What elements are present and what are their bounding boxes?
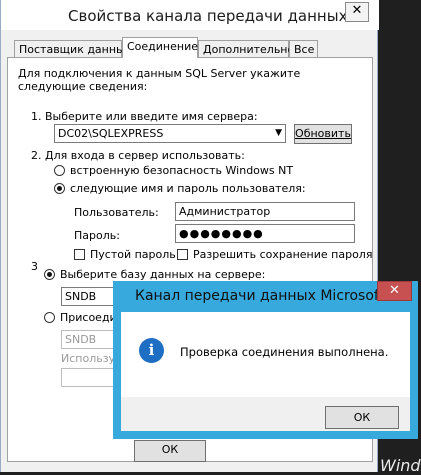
window-title: Свойства канала передачи данных bbox=[68, 7, 348, 25]
info-icon: i bbox=[139, 338, 164, 363]
dialog-title: Канал передачи данных Microsoft bbox=[135, 288, 385, 304]
step3-label: 3 bbox=[31, 260, 38, 273]
tab-connection[interactable]: Соединение bbox=[122, 37, 198, 58]
choose-db-label: Выберите базу данных на сервере: bbox=[60, 268, 266, 281]
tab-advanced[interactable]: Дополнительно bbox=[198, 40, 294, 57]
step1-label: 1. Выберите или введите имя сервера: bbox=[31, 110, 258, 123]
step2-label: 2. Для входа в сервер использовать: bbox=[31, 149, 245, 162]
tab-all[interactable]: Все bbox=[289, 40, 318, 57]
radio-sql-auth[interactable] bbox=[54, 183, 65, 194]
server-value: DC02\SQLEXPRESS bbox=[58, 127, 164, 140]
radio-attach-db[interactable] bbox=[44, 312, 55, 323]
chevron-down-icon[interactable]: ▼ bbox=[275, 125, 282, 142]
windows-auth-label: встроенную безопасность Windows NT bbox=[70, 164, 294, 177]
server-combobox[interactable]: DC02\SQLEXPRESS ▼ bbox=[54, 124, 286, 143]
empty-password-label: Пустой пароль bbox=[90, 248, 176, 261]
radio-windows-auth[interactable] bbox=[54, 165, 65, 176]
user-input[interactable]: Администратор bbox=[175, 202, 355, 221]
radio-choose-db[interactable] bbox=[44, 269, 55, 280]
user-label: Пользователь: bbox=[74, 206, 159, 219]
tab-provider[interactable]: Поставщик данных bbox=[14, 40, 131, 57]
intro-text: Для подключения к данным SQL Server укаж… bbox=[18, 67, 301, 93]
sql-auth-label: следующие имя и пароль пользователя: bbox=[70, 182, 306, 195]
message-dialog: Канал передачи данных Microsoft ✕ i Пров… bbox=[113, 281, 418, 439]
save-password-checkbox[interactable] bbox=[177, 249, 188, 260]
dialog-close-button[interactable]: ✕ bbox=[377, 281, 412, 301]
empty-password-checkbox[interactable] bbox=[74, 249, 85, 260]
close-button[interactable]: ✕ bbox=[345, 2, 369, 22]
use-label: Использу bbox=[61, 352, 116, 365]
password-label: Пароль: bbox=[74, 229, 120, 242]
desktop-watermark: Wind bbox=[380, 456, 421, 475]
dialog-message: Проверка соединения выполнена. bbox=[180, 345, 389, 359]
ok-button-main[interactable]: ОК bbox=[134, 440, 206, 462]
dialog-ok-button[interactable]: ОК bbox=[325, 406, 399, 429]
save-password-label: Разрешить сохранение пароля bbox=[193, 248, 373, 261]
password-input[interactable]: ●●●●●●●● bbox=[175, 224, 355, 243]
refresh-button[interactable]: Обновить bbox=[294, 124, 352, 144]
title-bar: Свойства канала передачи данных ✕ bbox=[1, 0, 379, 30]
